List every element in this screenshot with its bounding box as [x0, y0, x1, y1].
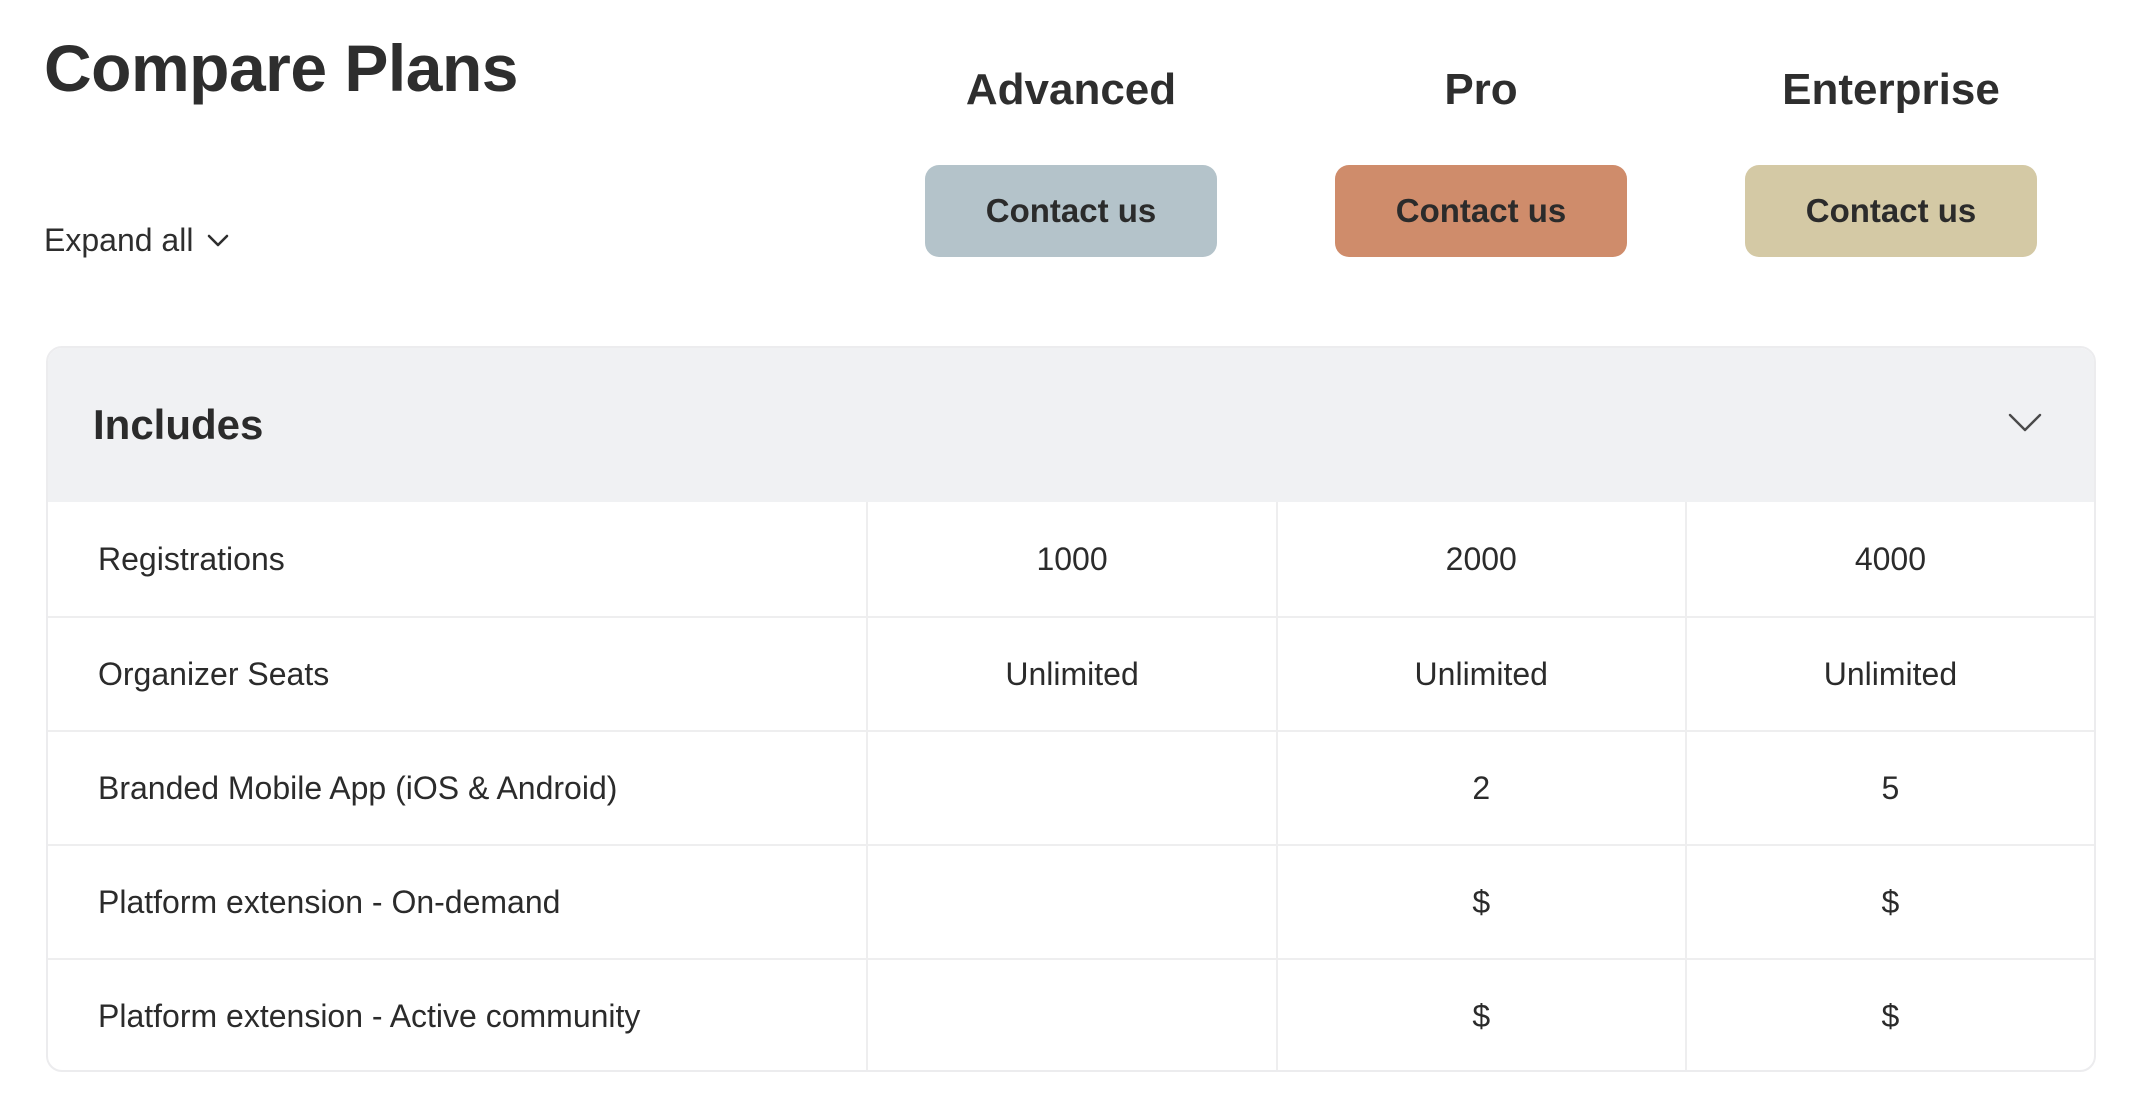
- feature-value-pro: 2000: [1275, 502, 1685, 616]
- table-row: Platform extension - On-demand $ $: [48, 844, 2094, 958]
- table-row: Registrations 1000 2000 4000: [48, 502, 2094, 616]
- plan-name-pro: Pro: [1444, 65, 1518, 114]
- feature-value-advanced: Unlimited: [866, 618, 1275, 730]
- expand-all-button[interactable]: Expand all: [44, 222, 229, 259]
- section-header-includes[interactable]: Includes: [48, 348, 2094, 502]
- contact-us-button-enterprise[interactable]: Contact us: [1745, 165, 2037, 257]
- feature-value-enterprise: $: [1684, 846, 2094, 958]
- section-title: Includes: [93, 401, 264, 448]
- comparison-table: Includes Registrations 1000 2000 4000 Or…: [46, 346, 2096, 1072]
- feature-value-pro: 2: [1275, 732, 1685, 844]
- feature-value-enterprise: Unlimited: [1684, 618, 2094, 730]
- plan-name-enterprise: Enterprise: [1782, 65, 2000, 114]
- compare-plans-page: Compare Plans Expand all Advanced Contac…: [0, 0, 2132, 1114]
- feature-label: Branded Mobile App (iOS & Android): [98, 769, 618, 806]
- feature-value-advanced: [866, 960, 1275, 1070]
- contact-us-button-advanced[interactable]: Contact us: [925, 165, 1217, 257]
- feature-rows: Registrations 1000 2000 4000 Organizer S…: [48, 502, 2094, 1070]
- feature-value-advanced: [866, 846, 1275, 958]
- contact-us-button-pro[interactable]: Contact us: [1335, 165, 1627, 257]
- feature-label: Registrations: [98, 540, 285, 577]
- page-title: Compare Plans: [44, 31, 519, 105]
- feature-value-pro: $: [1275, 846, 1685, 958]
- feature-value-enterprise: 5: [1684, 732, 2094, 844]
- plan-column-enterprise: Enterprise Contact us: [1686, 60, 2096, 257]
- table-row: Organizer Seats Unlimited Unlimited Unli…: [48, 616, 2094, 730]
- expand-all-label: Expand all: [44, 222, 194, 258]
- plan-name-advanced: Advanced: [965, 65, 1177, 114]
- chevron-down-icon: [207, 234, 229, 248]
- chevron-down-icon[interactable]: [2008, 413, 2042, 438]
- feature-value-enterprise: $: [1684, 960, 2094, 1070]
- feature-label: Platform extension - Active community: [98, 997, 641, 1034]
- feature-label: Organizer Seats: [98, 655, 330, 692]
- feature-value-pro: Unlimited: [1275, 618, 1685, 730]
- table-row: Branded Mobile App (iOS & Android) 2 5: [48, 730, 2094, 844]
- plan-column-advanced: Advanced Contact us: [866, 60, 1276, 257]
- feature-value-pro: $: [1275, 960, 1685, 1070]
- feature-value-advanced: 1000: [866, 502, 1275, 616]
- table-row: Platform extension - Active community $ …: [48, 958, 2094, 1070]
- feature-value-advanced: [866, 732, 1275, 844]
- feature-label: Platform extension - On-demand: [98, 883, 561, 920]
- plan-column-pro: Pro Contact us: [1276, 60, 1686, 257]
- feature-value-enterprise: 4000: [1684, 502, 2094, 616]
